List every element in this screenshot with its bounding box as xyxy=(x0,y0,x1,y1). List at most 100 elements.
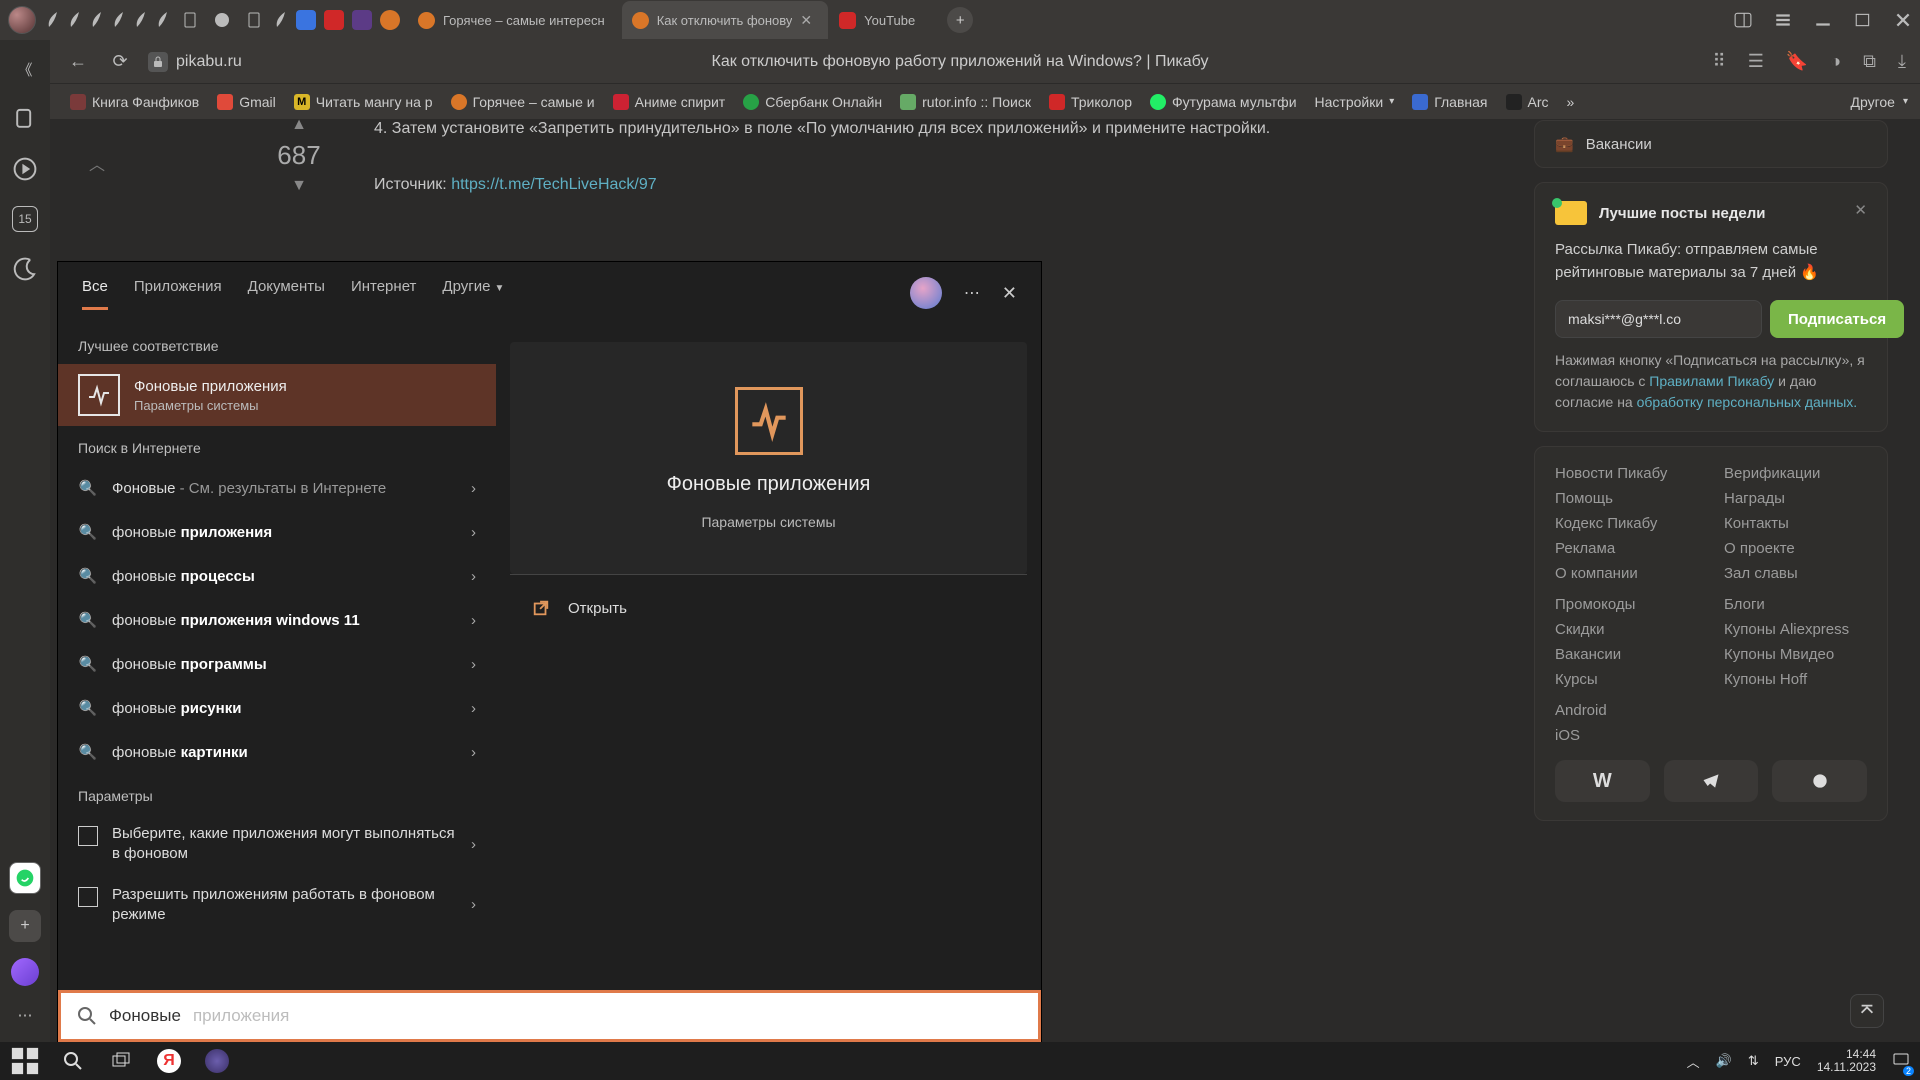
whatsapp-icon[interactable] xyxy=(9,862,41,894)
doc-icon[interactable] xyxy=(178,8,202,32)
bookmark-item[interactable]: Книга Фанфиков xyxy=(70,94,199,110)
bookmark-item[interactable]: Триколор xyxy=(1049,94,1132,110)
footer-link[interactable]: Промокоды xyxy=(1555,596,1698,613)
best-match-item[interactable]: Фоновые приложения Параметры системы xyxy=(58,364,496,426)
search-suggestion[interactable]: 🔍Фоновые - См. результаты в Интернете› xyxy=(58,466,496,510)
user-avatar-icon[interactable] xyxy=(8,6,36,34)
menu-icon[interactable] xyxy=(1774,11,1792,29)
google-docs-icon[interactable] xyxy=(296,10,316,30)
tray-expand-icon[interactable]: ︿ xyxy=(1687,1052,1700,1071)
youtube-icon[interactable] xyxy=(324,10,344,30)
url-field[interactable]: pikabu.ru xyxy=(148,52,242,72)
yandex-browser-icon[interactable]: Я xyxy=(154,1046,184,1076)
footer-link[interactable]: Зал славы xyxy=(1724,565,1867,582)
start-button[interactable] xyxy=(10,1046,40,1076)
alice-icon[interactable] xyxy=(11,958,39,986)
doc-icon[interactable] xyxy=(242,8,266,32)
feather-icon[interactable] xyxy=(134,9,148,31)
vk-icon[interactable]: W xyxy=(1555,760,1650,802)
search-tab-apps[interactable]: Приложения xyxy=(134,278,222,309)
copy-icon[interactable] xyxy=(12,106,38,132)
open-action[interactable]: Открыть xyxy=(510,585,1027,631)
add-sidebar-icon[interactable]: + xyxy=(9,910,41,942)
pikabu-icon[interactable] xyxy=(380,10,400,30)
search-suggestion[interactable]: 🔍фоновые приложения› xyxy=(58,510,496,554)
feather-icon[interactable] xyxy=(46,9,60,31)
subscribe-button[interactable]: Подписаться xyxy=(1770,300,1904,338)
feather-icon[interactable] xyxy=(274,9,288,31)
notifications-icon[interactable]: 2 xyxy=(1892,1051,1910,1072)
footer-link[interactable]: О компании xyxy=(1555,565,1698,582)
search-suggestion[interactable]: 🔍фоновые рисунки› xyxy=(58,686,496,730)
footer-link[interactable]: Купоны Aliexpress xyxy=(1724,621,1867,638)
scroll-up-icon[interactable]: ︿ xyxy=(84,150,110,176)
footer-link[interactable]: Вакансии xyxy=(1555,646,1698,663)
shield-icon[interactable]: ◑ xyxy=(1830,51,1841,72)
settings-result[interactable]: Выберите, какие приложения могут выполня… xyxy=(58,814,496,875)
translate-icon[interactable]: ⧉ xyxy=(1863,51,1876,72)
feather-icon[interactable] xyxy=(90,9,104,31)
search-tab-more[interactable]: Другие▼ xyxy=(442,278,504,309)
feather-icon[interactable] xyxy=(112,9,126,31)
settings-result[interactable]: Разрешить приложениям работать в фоновом… xyxy=(58,875,496,936)
steam-icon[interactable] xyxy=(210,8,234,32)
footer-link[interactable]: Купоны Hoff xyxy=(1724,671,1867,688)
rules-link[interactable]: Правилами Пикабу xyxy=(1649,373,1774,389)
footer-link[interactable]: Кодекс Пикабу xyxy=(1555,515,1698,532)
upvote-icon[interactable]: ▲ xyxy=(291,116,307,134)
bittorrent-icon[interactable] xyxy=(202,1046,232,1076)
footer-link[interactable]: Купоны Мвидео xyxy=(1724,646,1867,663)
feather-icon[interactable] xyxy=(68,9,82,31)
footer-link[interactable]: Новости Пикабу xyxy=(1555,465,1698,482)
network-icon[interactable]: ⇅ xyxy=(1748,1053,1759,1069)
extensions-icon[interactable]: ⠿ xyxy=(1713,51,1726,72)
downvote-icon[interactable]: ▼ xyxy=(291,177,307,195)
platform-link[interactable]: iOS xyxy=(1555,727,1867,744)
back-button[interactable]: ← xyxy=(64,48,92,76)
tab-item[interactable]: Горячее – самые интересн xyxy=(408,1,621,39)
user-account-icon[interactable] xyxy=(910,277,942,309)
misc-icon[interactable] xyxy=(352,10,372,30)
search-tab-docs[interactable]: Документы xyxy=(248,278,325,309)
search-tab-all[interactable]: Все xyxy=(82,278,108,309)
footer-link[interactable]: Курсы xyxy=(1555,671,1698,688)
close-card-icon[interactable]: ✕ xyxy=(1854,201,1867,219)
search-button[interactable] xyxy=(58,1046,88,1076)
moon-icon[interactable] xyxy=(12,256,38,282)
footer-link[interactable]: Блоги xyxy=(1724,596,1867,613)
close-window-icon[interactable] xyxy=(1894,11,1912,29)
language-indicator[interactable]: РУС xyxy=(1775,1054,1801,1069)
maximize-icon[interactable] xyxy=(1854,11,1872,29)
minimize-icon[interactable] xyxy=(1814,11,1832,29)
bookmark-item[interactable]: Gmail xyxy=(217,94,276,110)
scroll-top-button[interactable] xyxy=(1850,994,1884,1028)
footer-link[interactable]: Верификации xyxy=(1724,465,1867,482)
footer-link[interactable]: Помощь xyxy=(1555,490,1698,507)
telegram-icon[interactable] xyxy=(1664,760,1759,802)
tab-item[interactable]: Как отключить фонову ✕ xyxy=(622,1,828,39)
calendar-badge[interactable]: 15 xyxy=(12,206,38,232)
bookmark-item[interactable]: Аниме спирит xyxy=(613,94,726,110)
tab-item[interactable]: YouTube xyxy=(829,1,931,39)
play-icon[interactable] xyxy=(12,156,38,182)
new-tab-button[interactable]: + xyxy=(947,7,973,33)
download-icon[interactable]: ⤓ xyxy=(1898,51,1906,72)
footer-link[interactable]: Награды xyxy=(1724,490,1867,507)
footer-link[interactable]: Скидки xyxy=(1555,621,1698,638)
bookmark-icon[interactable]: 🔖 xyxy=(1786,51,1808,72)
search-options-icon[interactable]: ⋯ xyxy=(964,283,980,303)
footer-link[interactable]: Контакты xyxy=(1724,515,1867,532)
footer-link[interactable]: Реклама xyxy=(1555,540,1698,557)
bookmark-item[interactable]: MЧитать мангу на р xyxy=(294,94,433,110)
privacy-link[interactable]: обработку персональных данных. xyxy=(1637,394,1858,410)
reader-icon[interactable]: ☰ xyxy=(1748,51,1764,72)
more-icon[interactable]: ⋯ xyxy=(12,1002,38,1028)
volume-icon[interactable]: 🔊 xyxy=(1716,1053,1732,1069)
search-suggestion[interactable]: 🔍фоновые программы› xyxy=(58,642,496,686)
close-tab-icon[interactable]: ✕ xyxy=(800,12,812,29)
search-input[interactable]: Фоновые приложения xyxy=(58,990,1041,1042)
search-suggestion[interactable]: 🔍фоновые процессы› xyxy=(58,554,496,598)
reload-button[interactable]: ⟳ xyxy=(106,48,134,76)
bookmark-item[interactable]: Сбербанк Онлайн xyxy=(743,94,882,110)
bookmark-item[interactable]: Футурама мультфи xyxy=(1150,94,1297,110)
